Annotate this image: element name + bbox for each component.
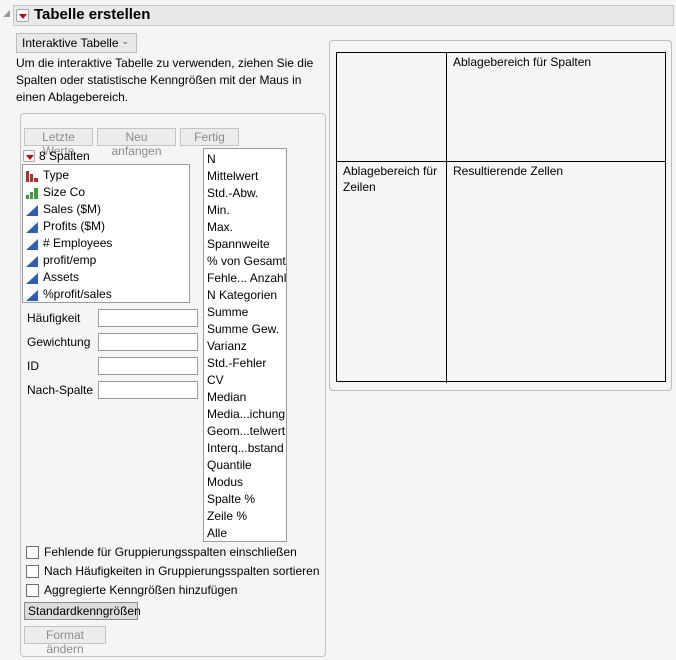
role-drop-field[interactable]: [98, 333, 198, 351]
option-checkbox[interactable]: [26, 565, 39, 578]
option-label: Nach Häufigkeiten in Gruppierungsspalten…: [44, 564, 320, 578]
option-checkbox[interactable]: [26, 546, 39, 559]
column-item-label: profit/emp: [43, 253, 97, 267]
start-over-button[interactable]: Neu anfangen: [97, 128, 176, 158]
statistic-item[interactable]: Spalte %: [204, 491, 286, 508]
statistic-item[interactable]: Summe Gew.: [204, 321, 286, 338]
role-label: ID: [27, 359, 39, 373]
statistic-item[interactable]: CV: [204, 372, 286, 389]
column-item[interactable]: profit/emp: [23, 252, 189, 269]
continuous-icon: [26, 255, 38, 267]
statistic-item[interactable]: Std.-Abw.: [204, 185, 286, 202]
column-item[interactable]: # Employees: [23, 235, 189, 252]
row-drop-zone-label: Ablagebereich für Zeilen: [343, 164, 438, 194]
column-item-label: Sales ($M): [43, 202, 102, 216]
continuous-icon: [26, 204, 38, 216]
role-label: Häufigkeit: [27, 311, 81, 325]
chevron-down-icon: ⌄: [121, 36, 129, 46]
role-label: Nach-Spalte: [27, 383, 94, 397]
column-item[interactable]: %profit/sales: [23, 286, 189, 303]
role-label: Gewichtung: [27, 335, 91, 349]
statistic-item[interactable]: Summe: [204, 304, 286, 321]
disclosure-triangle-icon[interactable]: [3, 10, 10, 17]
column-item-label: Assets: [43, 270, 80, 284]
done-button[interactable]: Fertig: [180, 128, 239, 146]
mode-select-value: Interaktive Tabelle: [22, 36, 119, 50]
statistic-item[interactable]: Geom...telwert: [204, 423, 286, 440]
results-cells-zone[interactable]: Resultierende Zellen: [447, 162, 666, 382]
statistic-item[interactable]: % von Gesamt: [204, 253, 286, 270]
option-label: Aggregierte Kenngrößen hinzufügen: [44, 583, 238, 597]
columns-list[interactable]: Type Size Co Sales ($M) Profits ($M) # Emplo…: [22, 164, 190, 303]
statistic-item[interactable]: Interq...bstand: [204, 440, 286, 457]
statistic-item[interactable]: Min.: [204, 202, 286, 219]
column-item-label: Type: [43, 168, 70, 182]
column-item-label: %profit/sales: [43, 287, 112, 301]
statistic-item[interactable]: Mittelwert: [204, 168, 286, 185]
column-item-label: # Employees: [43, 236, 113, 250]
statistic-item[interactable]: Median: [204, 389, 286, 406]
nominal-icon: [26, 170, 38, 182]
instructions-text: Um die interaktive Tabelle zu verwenden,…: [16, 56, 314, 104]
continuous-icon: [26, 238, 38, 250]
statistic-item[interactable]: N: [204, 151, 286, 168]
statistic-item[interactable]: Varianz: [204, 338, 286, 355]
role-drop-field[interactable]: [98, 381, 198, 399]
column-item[interactable]: Sales ($M): [23, 201, 189, 218]
statistic-item[interactable]: Std.-Fehler: [204, 355, 286, 372]
row-drop-zone[interactable]: Ablagebereich für Zeilen: [337, 162, 446, 382]
columns-count-label: 8 Spalten: [39, 149, 90, 163]
role-drop-field[interactable]: [98, 309, 198, 327]
column-drop-zone-label: Ablagebereich für Spalten: [453, 55, 592, 69]
change-format-button[interactable]: Format ändern: [24, 626, 106, 656]
continuous-icon: [26, 289, 38, 301]
columns-menu-icon[interactable]: [23, 150, 35, 162]
continuous-icon: [26, 272, 38, 284]
mode-select[interactable]: Interaktive Tabelle ⌄: [16, 33, 137, 53]
red-triangle-menu-icon[interactable]: [16, 9, 29, 22]
column-item[interactable]: Assets: [23, 269, 189, 286]
statistic-item[interactable]: Spannweite: [204, 236, 286, 253]
statistic-item[interactable]: Max.: [204, 219, 286, 236]
role-drop-field[interactable]: [98, 357, 198, 375]
recall-button[interactable]: Letzte Werte: [24, 128, 93, 158]
statistic-item[interactable]: Media...ichung: [204, 406, 286, 423]
column-item[interactable]: Size Co: [23, 184, 189, 201]
corner-cell: [337, 53, 446, 161]
statistics-list[interactable]: N Mittelwert Std.-Abw. Min. Max. Spannweite% …: [203, 148, 287, 542]
statistic-item[interactable]: Modus: [204, 474, 286, 491]
option-checkbox[interactable]: [26, 584, 39, 597]
results-cells-label: Resultierende Zellen: [453, 164, 564, 178]
statistic-item[interactable]: Quantile: [204, 457, 286, 474]
column-item[interactable]: Type: [23, 167, 189, 184]
option-label: Fehlende für Gruppierungsspalten einschl…: [44, 545, 297, 559]
statistic-item[interactable]: Zeile %: [204, 508, 286, 525]
statistic-item[interactable]: N Kategorien: [204, 287, 286, 304]
statistic-item[interactable]: Alle: [204, 525, 286, 542]
column-drop-zone[interactable]: Ablagebereich für Spalten: [447, 53, 666, 161]
report-title: Tabelle erstellen: [34, 6, 151, 23]
ordinal-icon: [26, 187, 38, 199]
column-item[interactable]: Profits ($M): [23, 218, 189, 235]
continuous-icon: [26, 221, 38, 233]
column-item-label: Profits ($M): [43, 219, 106, 233]
column-item-label: Size Co: [43, 185, 86, 199]
default-statistics-button[interactable]: Standardkenngrößen: [24, 602, 141, 620]
statistic-item[interactable]: Fehle... Anzahl: [204, 270, 286, 287]
